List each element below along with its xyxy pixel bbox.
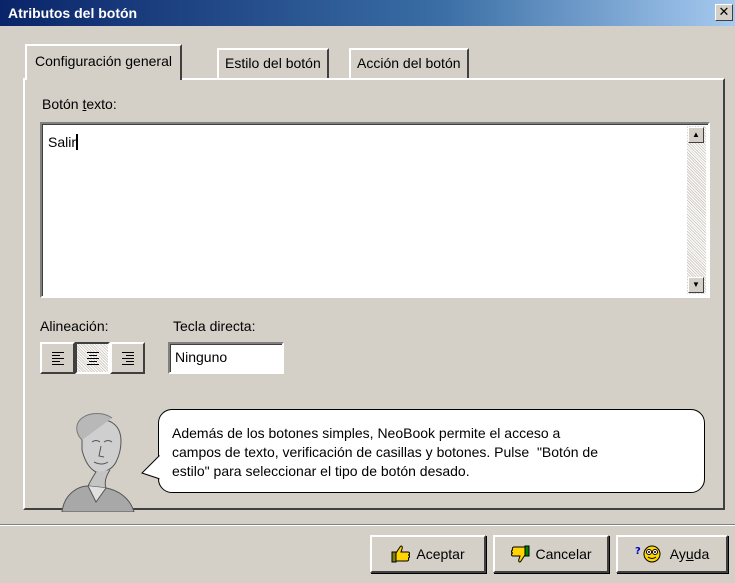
align-right-button[interactable]	[110, 342, 145, 374]
cancel-button[interactable]: Cancelar	[493, 535, 609, 573]
cancel-label: Cancelar	[535, 546, 592, 562]
align-left-icon	[51, 352, 64, 365]
alignment-label: Alineación:	[40, 318, 109, 334]
arrow-down-icon: ▼	[692, 280, 700, 289]
thumbs-up-icon	[391, 545, 411, 563]
button-text-value: Salir	[48, 134, 79, 150]
help-button[interactable]: ? Ayuda	[616, 535, 728, 573]
tab-label: Estilo del botón	[225, 55, 321, 71]
align-center-button[interactable]	[75, 342, 110, 374]
accept-label: Aceptar	[416, 546, 465, 562]
button-text-input[interactable]: Salir ▲ ▼	[40, 122, 710, 298]
tab-accion-del-boton[interactable]: Acción del botón	[349, 48, 469, 78]
hotkey-field[interactable]: Ninguno	[168, 342, 284, 374]
tab-configuracion-general[interactable]: Configuración general	[25, 44, 182, 80]
button-text-label: Botón texto:	[42, 96, 117, 112]
accept-button[interactable]: Aceptar	[370, 535, 486, 573]
tab-estilo-del-boton[interactable]: Estilo del botón	[217, 48, 329, 78]
help-bubble: Además de los botones simples, NeoBook p…	[158, 409, 705, 493]
close-button[interactable]: ✕	[715, 4, 733, 21]
alignment-group	[40, 342, 145, 374]
tab-label: Configuración general	[35, 53, 172, 69]
help-line: campos de texto, verificación de casilla…	[172, 444, 598, 460]
tab-label: Acción del botón	[357, 55, 461, 71]
help-label: Ayuda	[669, 546, 710, 562]
divider	[0, 524, 735, 526]
help-smiley-icon: ?	[635, 545, 661, 563]
scroll-down-button[interactable]: ▼	[688, 277, 704, 293]
align-left-button[interactable]	[40, 342, 75, 374]
hotkey-label: Tecla directa:	[173, 318, 256, 334]
close-icon: ✕	[718, 5, 730, 20]
bubble-tail	[141, 455, 162, 480]
vertical-scrollbar[interactable]: ▲ ▼	[687, 126, 706, 294]
window-title: Atributos del botón	[8, 5, 138, 21]
portrait-icon	[61, 413, 135, 512]
svg-text:?: ?	[635, 546, 641, 557]
align-right-icon	[121, 352, 134, 365]
align-center-icon	[86, 352, 99, 365]
help-line: Además de los botones simples, NeoBook p…	[172, 425, 561, 441]
arrow-up-icon: ▲	[692, 130, 700, 139]
scroll-up-button[interactable]: ▲	[688, 127, 704, 143]
text-caret	[76, 134, 79, 150]
help-line: estilo" para seleccionar el tipo de botó…	[172, 463, 470, 479]
title-bar: Atributos del botón ✕	[0, 0, 735, 26]
thumbs-down-icon	[511, 545, 530, 563]
